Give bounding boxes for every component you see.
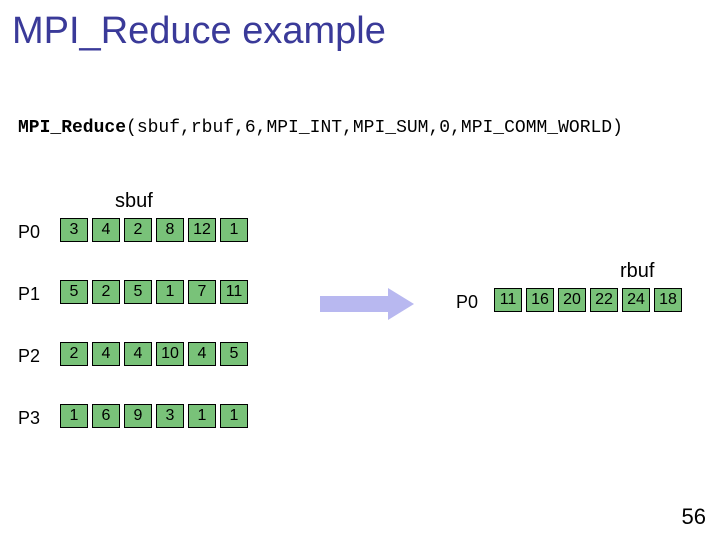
code-fn: MPI_Reduce xyxy=(18,118,126,138)
sbuf-cell: 10 xyxy=(156,342,184,366)
sbuf-cell: 1 xyxy=(220,218,248,242)
sbuf-cell: 1 xyxy=(188,404,216,428)
sbuf-cell: 2 xyxy=(92,280,120,304)
sbuf-cell: 9 xyxy=(124,404,152,428)
rbuf-cell: 22 xyxy=(590,288,618,312)
sbuf-cell: 4 xyxy=(92,218,120,242)
proc-label-p0: P0 xyxy=(18,222,40,243)
rbuf-cell: 20 xyxy=(558,288,586,312)
sbuf-cell: 4 xyxy=(92,342,120,366)
sbuf-cell: 5 xyxy=(124,280,152,304)
rbuf-cell: 18 xyxy=(654,288,682,312)
sbuf-cell: 2 xyxy=(124,218,152,242)
sbuf-cell: 2 xyxy=(60,342,88,366)
rbuf-cell: 11 xyxy=(494,288,522,312)
sbuf-cell: 4 xyxy=(188,342,216,366)
sbuf-cell: 3 xyxy=(60,218,88,242)
sbuf-cell: 8 xyxy=(156,218,184,242)
sbuf-cell: 12 xyxy=(188,218,216,242)
rbuf-cell: 24 xyxy=(622,288,650,312)
sbuf-cell: 4 xyxy=(124,342,152,366)
sbuf-cell: 5 xyxy=(220,342,248,366)
rbuf-row: 11 16 20 22 24 18 xyxy=(494,288,682,312)
proc-label-p3: P3 xyxy=(18,408,40,429)
sbuf-cell: 1 xyxy=(156,280,184,304)
sbuf-cell: 11 xyxy=(220,280,248,304)
sbuf-row-p0: 3 4 2 8 12 1 xyxy=(60,218,248,242)
proc-label-p0-right: P0 xyxy=(456,292,478,313)
code-line: MPI_Reduce(sbuf,rbuf,6,MPI_INT,MPI_SUM,0… xyxy=(18,118,623,138)
sbuf-cell: 3 xyxy=(156,404,184,428)
sbuf-cell: 1 xyxy=(60,404,88,428)
arrow-icon xyxy=(320,290,420,318)
sbuf-cell: 6 xyxy=(92,404,120,428)
sbuf-cell: 5 xyxy=(60,280,88,304)
proc-label-p1: P1 xyxy=(18,284,40,305)
sbuf-label: sbuf xyxy=(115,190,153,213)
sbuf-cell: 7 xyxy=(188,280,216,304)
sbuf-cell: 1 xyxy=(220,404,248,428)
arrow-head xyxy=(388,288,414,320)
rbuf-cell: 16 xyxy=(526,288,554,312)
sbuf-row-p2: 2 4 4 10 4 5 xyxy=(60,342,248,366)
rbuf-label: rbuf xyxy=(620,260,654,283)
sbuf-row-p3: 1 6 9 3 1 1 xyxy=(60,404,248,428)
page-number: 56 xyxy=(682,504,706,530)
slide-title: MPI_Reduce example xyxy=(12,10,386,53)
sbuf-row-p1: 5 2 5 1 7 11 xyxy=(60,280,248,304)
arrow-shaft xyxy=(320,296,390,312)
code-rest: (sbuf,rbuf,6,MPI_INT,MPI_SUM,0,MPI_COMM_… xyxy=(126,118,623,138)
proc-label-p2: P2 xyxy=(18,346,40,367)
